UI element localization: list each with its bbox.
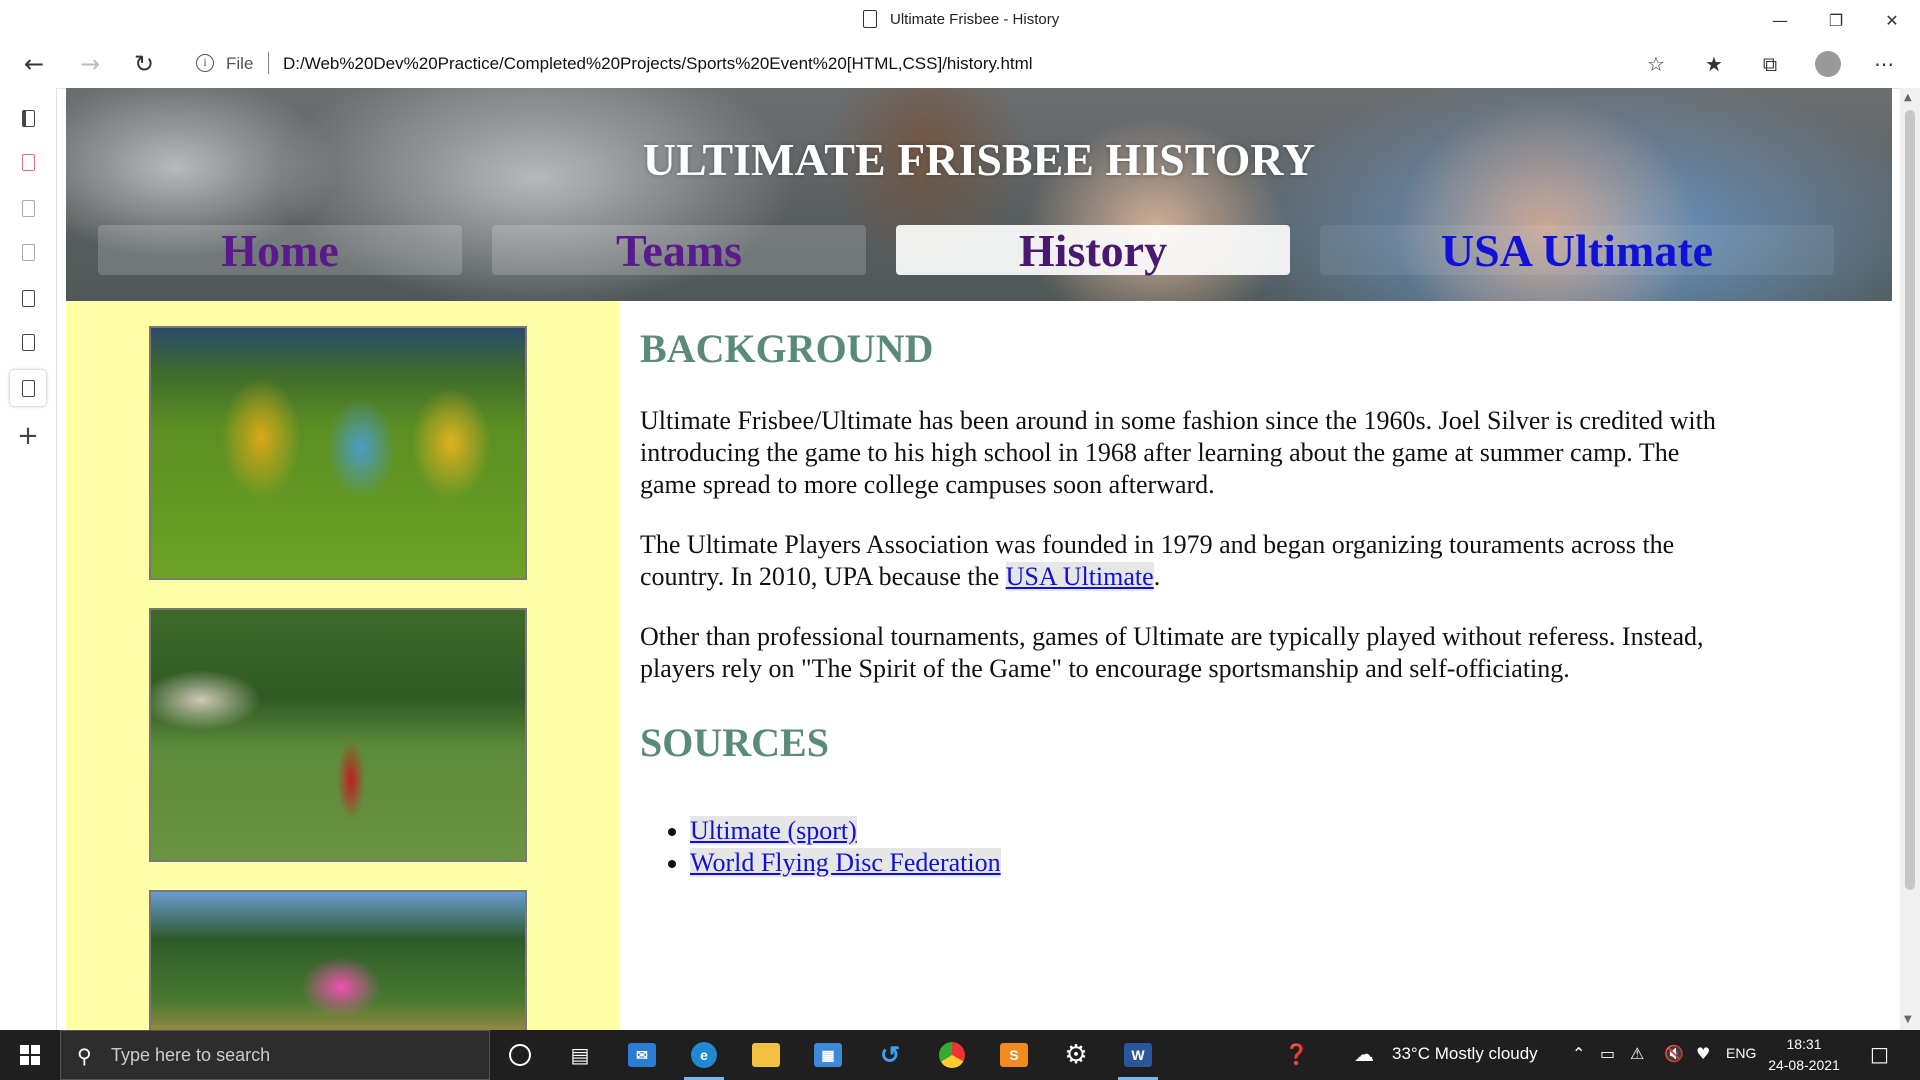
address-bar[interactable]: i File D:/Web%20Dev%20Practice/Completed… — [180, 46, 1680, 82]
window-title: Ultimate Frisbee - History — [890, 11, 1060, 28]
frisbee-photo-2 — [149, 608, 527, 862]
clock[interactable]: 18:31 24-08-2021 — [1764, 1034, 1844, 1076]
title-bar: Ultimate Frisbee - History — ❐ ✕ — [0, 0, 1920, 40]
collections-icon[interactable]: ⧉ — [1752, 46, 1788, 82]
tab-actions-icon[interactable] — [10, 100, 46, 136]
word-icon[interactable]: W — [1114, 1035, 1162, 1080]
close-icon[interactable]: ✕ — [1864, 0, 1920, 40]
nav-teams-link[interactable]: Teams — [492, 225, 866, 276]
tab-pdf[interactable] — [10, 144, 46, 180]
new-tab-plus-icon[interactable]: + — [10, 418, 46, 454]
settings-gear-icon[interactable]: ⚙ — [1052, 1035, 1100, 1075]
header-banner: ULTIMATE FRISBEE HISTORY Home Teams Hist… — [66, 88, 1892, 301]
weather-cloud-icon: ☁ — [1354, 1042, 1374, 1066]
page-title: ULTIMATE FRISBEE HISTORY — [642, 134, 1316, 185]
network-alert-icon[interactable]: ⚠ — [1630, 1044, 1644, 1063]
clock-time: 18:31 — [1786, 1036, 1822, 1052]
wifi-icon[interactable]: ♥ — [1696, 1044, 1710, 1063]
forward-arrow-icon[interactable]: → — [70, 46, 110, 82]
battery-icon[interactable]: ▭ — [1600, 1044, 1615, 1063]
list-item: World Flying Disc Federation — [690, 847, 1001, 879]
tab-page-4[interactable] — [10, 324, 46, 360]
source-link-ultimate-sport[interactable]: Ultimate (sport) — [690, 816, 857, 845]
source-link-wfdf[interactable]: World Flying Disc Federation — [690, 848, 1001, 877]
paragraph-2-end: . — [1153, 562, 1161, 591]
background-heading: BACKGROUND — [640, 326, 934, 371]
favorites-icon[interactable]: ★ — [1696, 46, 1732, 82]
address-divider — [268, 52, 269, 74]
windows-logo-icon — [20, 1045, 40, 1065]
sources-heading: SOURCES — [640, 720, 829, 765]
nav-usa-ultimate-link[interactable]: USA Ultimate — [1320, 225, 1834, 276]
chrome-icon[interactable] — [928, 1035, 976, 1075]
language-indicator[interactable]: ENG — [1726, 1045, 1756, 1061]
page-icon — [863, 10, 877, 28]
info-icon[interactable]: i — [196, 54, 214, 72]
paragraph-1: Ultimate Frisbee/Ultimate has been aroun… — [640, 406, 1716, 499]
back-arrow-icon[interactable]: ← — [14, 46, 54, 82]
store-icon[interactable]: ▦ — [804, 1035, 852, 1075]
scroll-up-icon[interactable]: ▲ — [1904, 92, 1912, 103]
profile-avatar[interactable] — [1815, 51, 1841, 77]
page-viewport: ULTIMATE FRISBEE HISTORY Home Teams Hist… — [66, 88, 1892, 1030]
minimize-icon[interactable]: — — [1752, 0, 1808, 40]
task-view-icon[interactable]: ▤ — [556, 1035, 604, 1075]
browser-toolbar: ← → ↻ i File D:/Web%20Dev%20Practice/Com… — [0, 40, 1920, 89]
page-scrollbar[interactable]: ▲ ▼ — [1900, 88, 1920, 1030]
vscode-icon[interactable]: ↺ — [866, 1035, 914, 1075]
more-menu-icon[interactable]: ⋯ — [1866, 46, 1902, 82]
sources-list: Ultimate (sport) World Flying Disc Feder… — [640, 815, 1001, 879]
volume-muted-icon[interactable]: 🔇 — [1664, 1044, 1684, 1063]
tab-page-2[interactable] — [10, 234, 46, 270]
add-favorite-icon[interactable]: ☆ — [1638, 46, 1674, 82]
nav-history-link[interactable]: History — [896, 225, 1290, 276]
help-icon[interactable]: ❓ — [1284, 1042, 1309, 1066]
search-icon: ⚲ — [77, 1044, 92, 1068]
address-url[interactable]: D:/Web%20Dev%20Practice/Completed%20Proj… — [283, 54, 1033, 74]
list-item: Ultimate (sport) — [690, 815, 1001, 847]
usa-ultimate-inline-link[interactable]: USA Ultimate — [1005, 562, 1154, 591]
cortana-icon[interactable] — [496, 1035, 544, 1075]
weather-text[interactable]: 33°C Mostly cloudy — [1392, 1044, 1538, 1064]
nav-home-link[interactable]: Home — [98, 225, 462, 276]
scroll-down-icon[interactable]: ▼ — [1904, 1014, 1912, 1025]
address-scheme-label: File — [226, 54, 254, 73]
paragraph-2: The Ultimate Players Association was fou… — [640, 529, 1740, 593]
taskbar-search-box[interactable]: ⚲ Type here to search — [60, 1030, 490, 1080]
chevron-up-icon[interactable]: ⌃ — [1572, 1044, 1585, 1063]
clock-date: 24-08-2021 — [1768, 1057, 1840, 1073]
sublime-text-icon[interactable]: S — [990, 1035, 1038, 1075]
windows-taskbar: ⚲ Type here to search ▤ ✉ e ▦ ↺ S ⚙ W ❓ … — [0, 1030, 1920, 1080]
file-explorer-icon[interactable] — [742, 1035, 790, 1075]
notification-icon[interactable]: □ — [1870, 1042, 1889, 1066]
tab-page-3[interactable] — [10, 280, 46, 316]
tab-page-1[interactable] — [10, 190, 46, 226]
mail-icon[interactable]: ✉ — [618, 1035, 666, 1075]
frisbee-photo-3 — [149, 890, 527, 1030]
edge-browser-icon[interactable]: e — [680, 1035, 728, 1080]
tab-active-page[interactable] — [10, 370, 46, 406]
frisbee-photo-1 — [149, 326, 527, 580]
refresh-icon[interactable]: ↻ — [124, 46, 164, 82]
start-button[interactable] — [0, 1030, 60, 1080]
search-placeholder: Type here to search — [111, 1045, 271, 1065]
restore-icon[interactable]: ❐ — [1808, 0, 1864, 40]
paragraph-3: Other than professional tournaments, gam… — [640, 622, 1704, 683]
scroll-thumb[interactable] — [1905, 110, 1915, 890]
vertical-tabs-sidebar: + — [0, 88, 57, 1030]
